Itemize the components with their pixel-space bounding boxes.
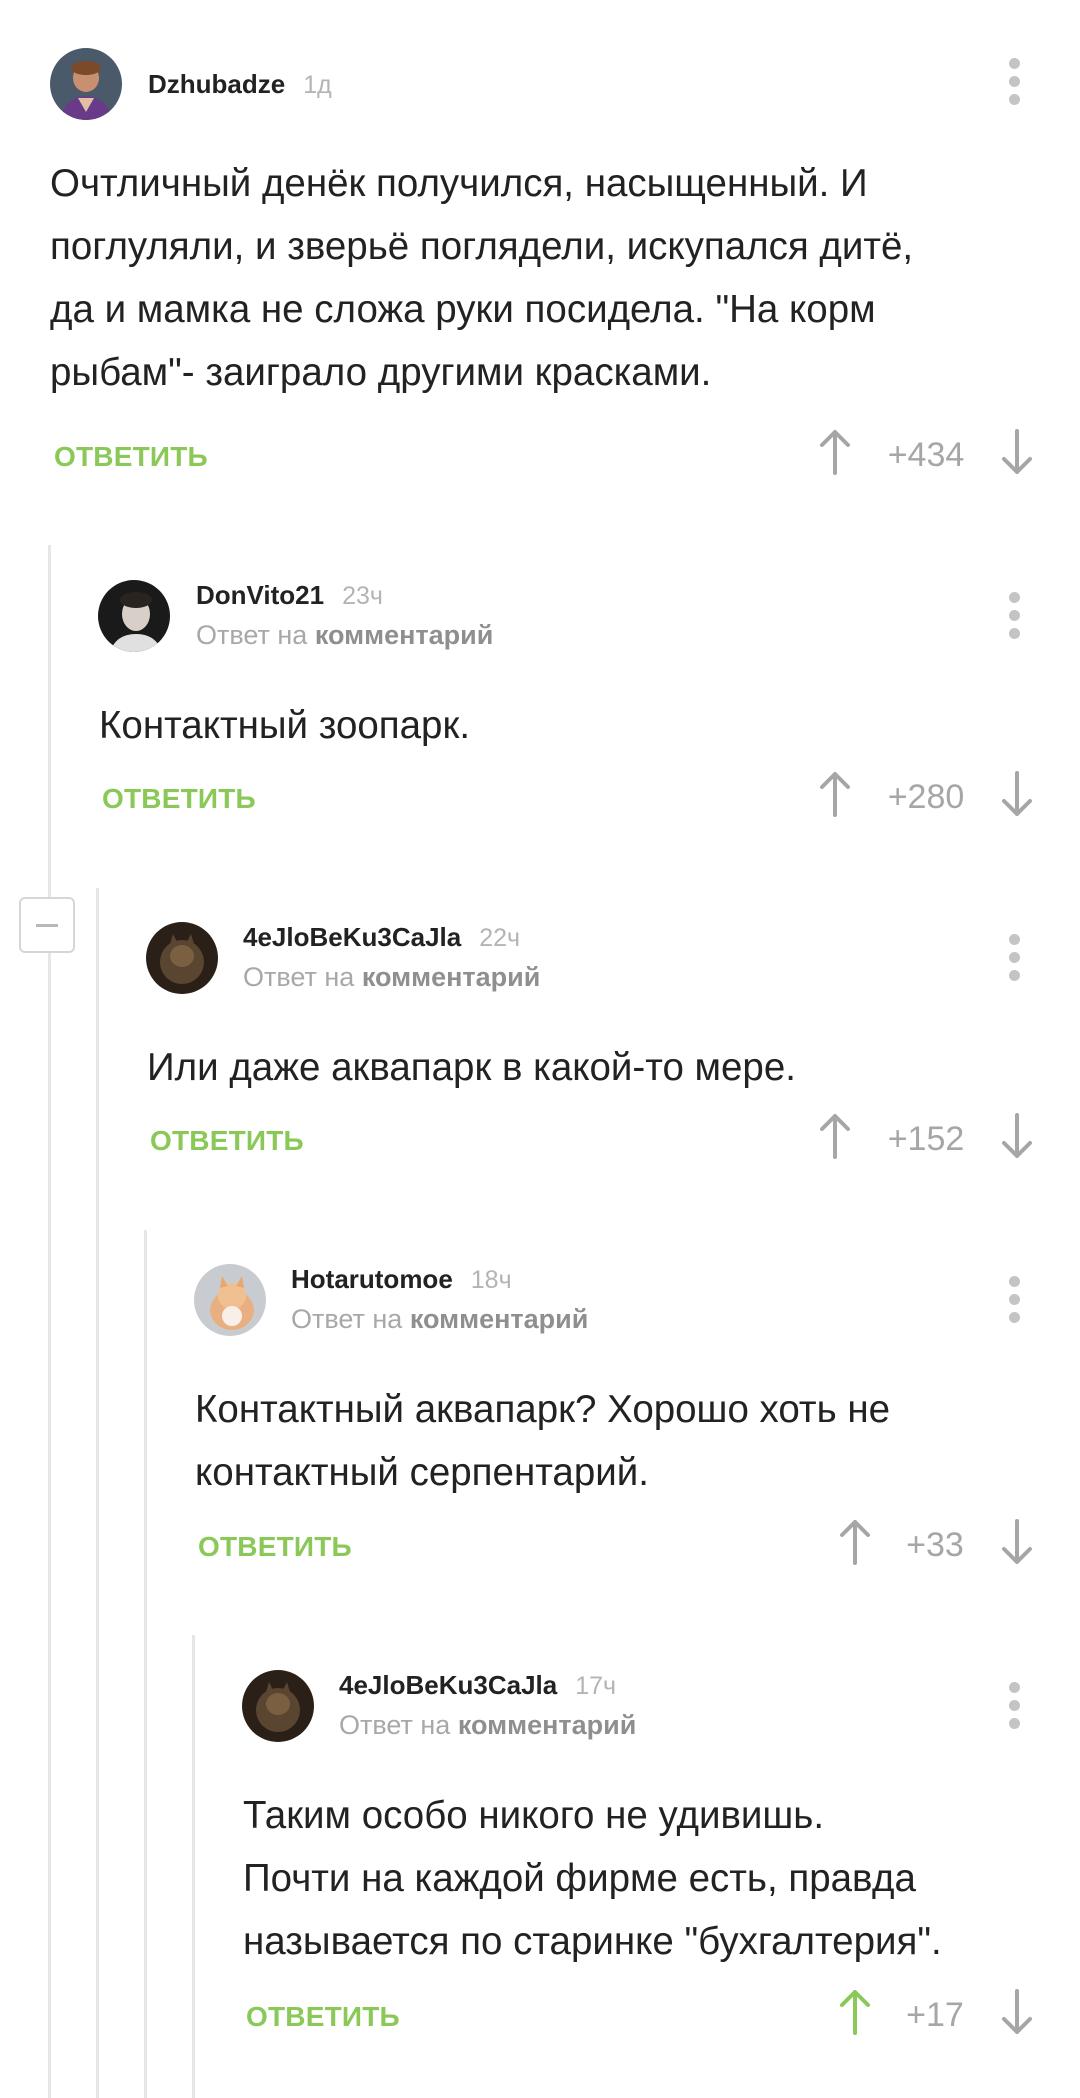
- reply-to-prefix: Ответ на: [196, 620, 308, 650]
- comment-line: Или даже аквапарк в какой-то мере.: [147, 1046, 796, 1089]
- avatar[interactable]: [98, 580, 170, 652]
- comment-line: Таким особо никого не удивишь.: [243, 1794, 825, 1837]
- username[interactable]: 4eJloBeKu3CaJla 22ч: [243, 922, 520, 953]
- avatar[interactable]: [194, 1264, 266, 1336]
- vote-score: +280: [887, 778, 965, 816]
- comment-body: Контактный аквапарк? Хорошо хоть не конт…: [195, 1378, 890, 1504]
- more-options-icon[interactable]: [1008, 58, 1020, 106]
- comment-line: называется по старинке "бухгалтерия".: [243, 1920, 942, 1963]
- username-text: 4eJloBeKu3CaJla: [339, 1670, 558, 1700]
- reply-to-prefix: Ответ на: [291, 1304, 403, 1334]
- username[interactable]: Dzhubadze 1д: [148, 69, 332, 100]
- reply-to-link[interactable]: комментарий: [458, 1710, 637, 1740]
- upvote-arrow-icon[interactable]: [818, 1113, 852, 1159]
- downvote-arrow-icon[interactable]: [1000, 1989, 1034, 2035]
- thread-line-level-4: [192, 1635, 195, 2098]
- avatar[interactable]: [242, 1670, 314, 1742]
- reply-to-prefix: Ответ на: [243, 962, 355, 992]
- reply-button[interactable]: ОТВЕТИТЬ: [150, 1125, 304, 1157]
- comment-body: Очтличный денёк получился, насыщенный. И…: [50, 152, 913, 404]
- vote-score: +434: [887, 436, 965, 474]
- avatar[interactable]: [146, 922, 218, 994]
- thread-line-level-3: [144, 1230, 147, 2098]
- reply-to-label: Ответ на комментарий: [291, 1304, 588, 1335]
- more-options-icon[interactable]: [1008, 1682, 1020, 1730]
- thread-line-level-2: [96, 888, 99, 2098]
- comment-time: 18ч: [470, 1266, 512, 1294]
- reply-to-prefix: Ответ на: [339, 1710, 451, 1740]
- comment-body: Контактный зоопарк.: [99, 694, 470, 757]
- comment-line: Почти на каждой фирме есть, правда: [243, 1857, 916, 1900]
- reply-to-label: Ответ на комментарий: [243, 962, 540, 993]
- upvote-arrow-icon[interactable]: [838, 1989, 872, 2035]
- comment-line: да и мамка не сложа руки посидела. "На к…: [50, 288, 876, 331]
- downvote-arrow-icon[interactable]: [1000, 429, 1034, 475]
- vote-score: +17: [906, 1996, 964, 2034]
- reply-to-label: Ответ на комментарий: [196, 620, 493, 651]
- collapse-thread-button[interactable]: [19, 897, 75, 953]
- username[interactable]: DonVito21 23ч: [196, 580, 383, 611]
- comment-time: 23ч: [342, 582, 383, 610]
- username-text: 4eJloBeKu3CaJla: [243, 922, 462, 952]
- comment-time: 17ч: [575, 1672, 617, 1700]
- reply-to-link[interactable]: комментарий: [362, 962, 541, 992]
- downvote-arrow-icon[interactable]: [1000, 1519, 1034, 1565]
- comment-time: 22ч: [479, 924, 521, 952]
- upvote-arrow-icon[interactable]: [818, 771, 852, 817]
- username[interactable]: Hotarutomoe 18ч: [291, 1264, 512, 1295]
- reply-to-label: Ответ на комментарий: [339, 1710, 636, 1741]
- upvote-arrow-icon[interactable]: [818, 429, 852, 475]
- more-options-icon[interactable]: [1008, 1276, 1020, 1324]
- upvote-arrow-icon[interactable]: [838, 1519, 872, 1565]
- comment-line: Контактный зоопарк.: [99, 704, 471, 747]
- comment-line: поглуляли, и зверьё поглядели, искупался…: [50, 225, 914, 268]
- comment-line: рыбам"- заиграло другими красками.: [50, 351, 712, 394]
- reply-button[interactable]: ОТВЕТИТЬ: [54, 441, 208, 473]
- reply-to-link[interactable]: комментарий: [410, 1304, 589, 1334]
- downvote-arrow-icon[interactable]: [1000, 1113, 1034, 1159]
- comment-body: Таким особо никого не удивишь. Почти на …: [243, 1784, 942, 1973]
- username-text: Hotarutomoe: [291, 1264, 453, 1294]
- avatar[interactable]: [50, 48, 122, 120]
- comment-line: контактный серпентарий.: [195, 1451, 649, 1494]
- more-options-icon[interactable]: [1008, 592, 1020, 640]
- vote-score: +33: [906, 1526, 964, 1564]
- reply-button[interactable]: ОТВЕТИТЬ: [246, 2001, 400, 2033]
- username-text: Dzhubadze: [148, 69, 286, 99]
- reply-to-link[interactable]: комментарий: [315, 620, 494, 650]
- more-options-icon[interactable]: [1008, 934, 1020, 982]
- username[interactable]: 4eJloBeKu3CaJla 17ч: [339, 1670, 616, 1701]
- reply-button[interactable]: ОТВЕТИТЬ: [102, 783, 256, 815]
- comment-line: Очтличный денёк получился, насыщенный. И: [50, 162, 868, 205]
- comment-body: Или даже аквапарк в какой-то мере.: [147, 1036, 796, 1099]
- username-text: DonVito21: [196, 580, 325, 610]
- comment-line: Контактный аквапарк? Хорошо хоть не: [195, 1388, 890, 1431]
- thread-line-level-1: [48, 545, 51, 2098]
- downvote-arrow-icon[interactable]: [1000, 771, 1034, 817]
- reply-button[interactable]: ОТВЕТИТЬ: [198, 1531, 352, 1563]
- comment-time: 1д: [303, 71, 332, 99]
- vote-score: +152: [887, 1120, 965, 1158]
